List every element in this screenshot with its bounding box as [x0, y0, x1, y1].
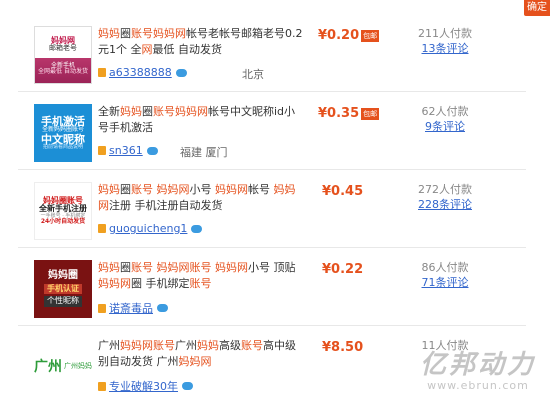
price: ¥0.45: [322, 184, 363, 199]
thumb-text: 邮箱老号: [49, 44, 77, 53]
seller-link[interactable]: a63388888: [109, 66, 172, 79]
sales-stats: 86人付款 71条评论: [408, 260, 482, 290]
product-thumbnail[interactable]: 妈妈网 邮箱老号 全新手机 全网最低 自动发货: [34, 26, 92, 84]
price: ¥0.22: [322, 262, 363, 277]
thumb-text: 拍前请看商品说明: [42, 144, 83, 151]
shop-icon: [98, 303, 106, 313]
price-value: ¥0.45: [322, 184, 364, 199]
price-value: ¥0.35: [318, 106, 360, 121]
free-shipping-badge: 包邮: [361, 29, 380, 42]
product-title[interactable]: 妈妈圈账号妈妈网帐号老帐号邮箱老号0.2元1个 全网最低 自动发货: [98, 26, 303, 58]
thumb-text: 全网最低 自动发货: [38, 67, 88, 75]
product-thumbnail[interactable]: 手机激活 全新妈妈圈账号 中文昵称 拍前请看商品说明: [34, 104, 92, 162]
list-item: 手机激活 全新妈妈圈账号 中文昵称 拍前请看商品说明 全新妈妈圈账号妈妈网帐号中…: [18, 92, 526, 170]
shop-icon: [98, 68, 106, 77]
seller-info: 诺斎毒品: [98, 300, 168, 316]
seller-info: sn361: [98, 144, 158, 157]
sales-stats: 272人付款 228条评论: [408, 182, 482, 212]
review-link[interactable]: 71条评论: [422, 276, 469, 289]
review-link[interactable]: 13条评论: [422, 42, 469, 55]
wangwang-chat-icon[interactable]: [146, 146, 158, 155]
seller-link[interactable]: guoguicheng1: [109, 222, 187, 235]
seller-link[interactable]: 诺斎毒品: [109, 300, 153, 316]
thumb-text: 妈妈圈: [48, 270, 78, 282]
location: 北京: [242, 68, 264, 81]
list-item: 妈妈圈账号 全新手机注册 一手账号 · 手机绑定 24小时自动发货 妈妈圈账号 …: [18, 170, 526, 248]
wangwang-chat-icon[interactable]: [175, 68, 187, 77]
thumb-text: 广州: [34, 358, 62, 375]
free-shipping-badge: 包邮: [361, 107, 380, 120]
product-title[interactable]: 全新妈妈圈账号妈妈网帐号中文昵称id小号手机激活: [98, 104, 303, 136]
product-title[interactable]: 妈妈圈账号 妈妈网小号 妈妈网帐号 妈妈网注册 手机注册自动发货: [98, 182, 303, 214]
paid-count: 272人付款: [418, 183, 472, 196]
shop-icon: [98, 381, 106, 391]
product-thumbnail[interactable]: 广州 广州妈妈: [34, 338, 92, 396]
wangwang-chat-icon[interactable]: [191, 224, 203, 233]
wangwang-chat-icon[interactable]: [182, 382, 193, 390]
thumb-text: 24小时自动发货: [40, 217, 86, 225]
product-thumbnail[interactable]: 妈妈圈 手机认证 个性昵称: [34, 260, 92, 318]
seller-link[interactable]: sn361: [109, 144, 143, 157]
paid-count: 62人付款: [421, 105, 469, 118]
seller-link[interactable]: 专业破解30年: [109, 378, 178, 394]
location: 福建 厦门: [180, 146, 228, 159]
product-title[interactable]: 广州妈妈网账号广州妈妈高级账号高中级别自动发货 广州妈妈网: [98, 338, 303, 370]
price-value: ¥0.20: [318, 28, 360, 43]
review-link[interactable]: 228条评论: [418, 198, 472, 211]
price: ¥0.35 包邮: [318, 106, 380, 121]
confirm-tab[interactable]: 确定: [524, 0, 550, 16]
sales-stats: 62人付款 9条评论: [408, 104, 482, 134]
price-value: ¥0.22: [322, 262, 364, 277]
watermark: 亿邦动力 www.ebrun.com: [420, 344, 536, 392]
review-link[interactable]: 9条评论: [425, 120, 465, 133]
paid-count: 86人付款: [421, 261, 469, 274]
shop-icon: [98, 224, 106, 233]
price-value: ¥8.50: [322, 340, 364, 355]
paid-count: 211人付款: [418, 27, 472, 40]
list-item: 妈妈网 邮箱老号 全新手机 全网最低 自动发货 妈妈圈账号妈妈网帐号老帐号邮箱老…: [18, 14, 526, 92]
price: ¥8.50: [322, 340, 363, 355]
thumb-text: 个性昵称: [44, 296, 82, 307]
seller-info: guoguicheng1: [98, 222, 203, 235]
thumb-text: 广州妈妈: [64, 362, 92, 371]
seller-info: a63388888: [98, 66, 187, 79]
sales-stats: 211人付款 13条评论: [408, 26, 482, 56]
thumb-text: 手机认证: [44, 283, 82, 295]
product-title[interactable]: 妈妈圈账号 妈妈网账号 妈妈网小号 顶贴 妈妈网圈 手机绑定账号: [98, 260, 303, 292]
product-thumbnail[interactable]: 妈妈圈账号 全新手机注册 一手账号 · 手机绑定 24小时自动发货: [34, 182, 92, 240]
watermark-logo: 亿邦动力: [419, 350, 536, 380]
watermark-url: www.ebrun.com: [427, 379, 529, 392]
price: ¥0.20 包邮: [318, 28, 380, 43]
wangwang-chat-icon[interactable]: [157, 304, 168, 312]
list-item: 妈妈圈 手机认证 个性昵称 妈妈圈账号 妈妈网账号 妈妈网小号 顶贴 妈妈网圈 …: [18, 248, 526, 326]
seller-info: 专业破解30年: [98, 378, 193, 394]
shop-icon: [98, 146, 106, 155]
